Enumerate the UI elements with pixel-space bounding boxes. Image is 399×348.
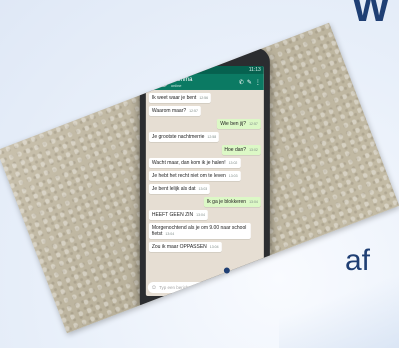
message-text: Wacht maar, dan kom ik je halen!	[151, 159, 226, 166]
message-time: 13:03	[228, 173, 238, 178]
incoming-message[interactable]: Je bent lelijk als dat 13:03	[148, 183, 211, 194]
message-text: Hoe dan?	[224, 146, 247, 153]
slide-decoration	[279, 268, 399, 348]
message-time: 13:03	[198, 186, 208, 191]
phone-screen: 11:13 ← Mamma online ✆ ✎ ⋮ Ik weet waar …	[145, 65, 264, 296]
message-time: 12:57	[189, 108, 198, 113]
message-text: Ik weet waar je bent	[151, 94, 197, 101]
outgoing-message[interactable]: Ik ga je blokkeren 13:04	[203, 196, 261, 207]
more-icon[interactable]: ⋮	[255, 78, 261, 85]
slide-heading: W	[352, 0, 390, 30]
message-text: Zou ik maar OPPASSEN	[151, 243, 207, 250]
incoming-message[interactable]: Morgenochtend als je om 9.00 naar school…	[148, 222, 252, 239]
incoming-message[interactable]: Ik weet waar je bent 12:56	[148, 92, 212, 103]
status-time: 11:13	[248, 66, 261, 73]
message-text: Ik ga je blokkeren	[206, 198, 247, 205]
message-time: 12:57	[249, 121, 258, 126]
outgoing-message[interactable]: Hoe dan? 13:02	[221, 144, 261, 155]
message-time: 13:04	[209, 244, 219, 249]
message-text: Wie ben jij?	[220, 120, 247, 127]
message-time: 13:02	[228, 160, 238, 165]
incoming-message[interactable]: Wacht maar, dan kom ik je halen! 13:02	[148, 157, 241, 168]
message-time: 13:04	[165, 231, 175, 236]
incoming-message[interactable]: Je grootste nachtmerrie 12:58	[148, 131, 220, 142]
contact-status: online	[170, 82, 182, 88]
incoming-message[interactable]: HEEFT GEEN ZIN 13:04	[148, 209, 208, 220]
message-text: Je hebt het recht niet om te leven	[151, 172, 226, 179]
message-text: HEEFT GEEN ZIN	[151, 211, 194, 218]
emoji-icon[interactable]: ☺	[151, 284, 157, 290]
message-text: Je grootste nachtmerrie	[151, 133, 205, 140]
paperclip-icon[interactable]: ✎	[247, 78, 252, 85]
incoming-message[interactable]: Waarom maar? 12:57	[148, 105, 201, 116]
outgoing-message[interactable]: Wie ben jij? 12:57	[217, 118, 261, 129]
incoming-message[interactable]: Je hebt het recht niet om te leven 13:03	[148, 170, 241, 181]
phone-icon[interactable]: ✆	[239, 78, 244, 85]
bullet-point: •	[223, 258, 231, 283]
message-time: 13:04	[196, 212, 205, 217]
bullet-text: af	[345, 244, 371, 277]
message-time: 12:56	[199, 95, 209, 100]
message-time: 12:58	[207, 134, 217, 139]
message-text: Waarom maar?	[151, 107, 187, 114]
message-time: 13:02	[249, 147, 258, 152]
incoming-message[interactable]: Zou ik maar OPPASSEN 13:04	[148, 241, 222, 252]
message-time: 13:04	[249, 199, 258, 204]
message-text: Je bent lelijk als dat	[151, 185, 196, 192]
message-list: Ik weet waar je bent 12:56 Waarom maar? 12:…	[146, 90, 264, 252]
